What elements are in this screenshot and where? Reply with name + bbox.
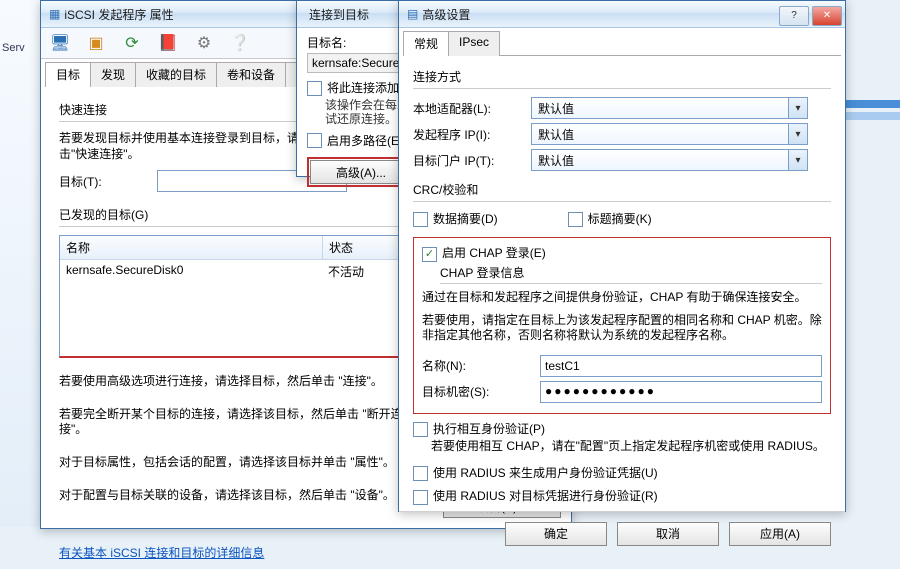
chap-secret-label: 目标机密(S): — [422, 383, 540, 400]
radius-gen-checkbox[interactable] — [413, 466, 428, 481]
tool-help-icon[interactable]: ❔ — [229, 32, 251, 54]
disconnect-help: 若要完全断开某个目标的连接，请选择该目标，然后单击 "断开连接"。 — [59, 407, 427, 437]
tab-volumes[interactable]: 卷和设备 — [216, 62, 286, 87]
chap-desc: 通过在目标和发起程序之间提供身份验证，CHAP 有助于确保连接安全。 — [422, 290, 822, 305]
ok-button[interactable]: 确定 — [505, 522, 607, 546]
radius-auth-checkbox[interactable] — [413, 490, 428, 505]
chap-name-input[interactable] — [540, 355, 822, 377]
col-name[interactable]: 名称 — [60, 236, 323, 259]
radius-auth-label: 使用 RADIUS 对目标凭据进行身份验证(R) — [433, 489, 658, 503]
mutual-auth-label: 执行相互身份验证(P) — [433, 422, 545, 436]
chap-sub-header: CHAP 登录信息 — [422, 264, 822, 281]
initiator-ip-combo[interactable]: 默认值▾ — [531, 123, 808, 145]
mutual-desc: 若要使用相互 CHAP，请在"配置"页上指定发起程序机密或使用 RADIUS。 — [413, 439, 831, 454]
chap-secret-input[interactable]: ●●●●●●●●●●●● — [540, 381, 822, 403]
tool-gear-icon[interactable]: ⚙ — [193, 32, 215, 54]
chap-checkbox[interactable] — [422, 247, 437, 262]
adv-tabs: 常规 IPsec — [403, 30, 841, 56]
chap-label: 启用 CHAP 登录(E) — [442, 246, 546, 260]
conn-method-header: 连接方式 — [413, 68, 831, 85]
devices-help: 对于配置与目标关联的设备，请选择该目标，然后单击 "设备"。 — [59, 488, 427, 503]
settings-icon: ▤ — [407, 7, 418, 21]
initiator-ip-label: 发起程序 IP(I): — [413, 126, 531, 143]
data-digest-label: 数据摘要(D) — [433, 212, 498, 226]
cancel-button[interactable]: 取消 — [617, 522, 719, 546]
tool-refresh-icon[interactable]: ⟳ — [121, 32, 143, 54]
tab-ipsec[interactable]: IPsec — [448, 31, 500, 56]
mutual-auth-checkbox[interactable] — [413, 422, 428, 437]
help-button[interactable]: ? — [779, 6, 809, 26]
connect-help: 若要使用高级选项进行连接，请选择目标，然后单击 "连接"。 — [59, 374, 427, 389]
props-help: 对于目标属性，包括会话的配置，请选择该目标并单击 "属性"。 — [59, 455, 427, 470]
portal-ip-combo[interactable]: 默认值▾ — [531, 149, 808, 171]
fav-checkbox[interactable] — [307, 81, 322, 96]
tab-general[interactable]: 常规 — [403, 31, 449, 56]
target-label: 目标(T): — [59, 173, 157, 190]
data-digest-checkbox[interactable] — [413, 212, 428, 227]
radius-gen-label: 使用 RADIUS 来生成用户身份验证凭据(U) — [433, 466, 658, 480]
chevron-down-icon: ▾ — [788, 150, 807, 170]
tab-favorites[interactable]: 收藏的目标 — [135, 62, 217, 87]
cell-name: kernsafe.SecureDisk0 — [60, 260, 322, 283]
tool-book-icon[interactable]: 📕 — [157, 32, 179, 54]
chap-desc2: 若要使用，请指定在目标上为该发起程序配置的相同名称和 CHAP 机密。除非指定其… — [422, 313, 822, 343]
portal-ip-label: 目标门户 IP(T): — [413, 152, 531, 169]
adv-title-bar: ▤ 高级设置 ? ✕ — [399, 1, 845, 28]
local-adapter-combo[interactable]: 默认值▾ — [531, 97, 808, 119]
adv-window-title: 高级设置 — [418, 6, 779, 23]
advanced-button[interactable]: 高级(A)... — [310, 160, 412, 184]
multipath-checkbox[interactable] — [307, 133, 322, 148]
header-digest-label: 标题摘要(K) — [588, 212, 652, 226]
more-info-link[interactable]: 有关基本 iSCSI 连接和目标的详细信息 — [59, 546, 264, 560]
close-button[interactable]: ✕ — [812, 6, 842, 26]
multipath-label: 启用多路径(E) — [327, 132, 403, 149]
tab-discovery[interactable]: 发现 — [90, 62, 136, 87]
chap-name-label: 名称(N): — [422, 357, 540, 374]
scsi-icon: ▦ — [49, 7, 60, 21]
crc-header: CRC/校验和 — [413, 181, 831, 198]
chevron-down-icon: ▾ — [788, 124, 807, 144]
tab-targets[interactable]: 目标 — [45, 62, 91, 87]
tool-target-icon[interactable]: ▣ — [85, 32, 107, 54]
chevron-down-icon: ▾ — [788, 98, 807, 118]
tool-server-icon[interactable]: 🖥 — [49, 32, 71, 54]
header-digest-checkbox[interactable] — [568, 212, 583, 227]
apply-button[interactable]: 应用(A) — [729, 522, 831, 546]
local-adapter-label: 本地适配器(L): — [413, 100, 531, 117]
